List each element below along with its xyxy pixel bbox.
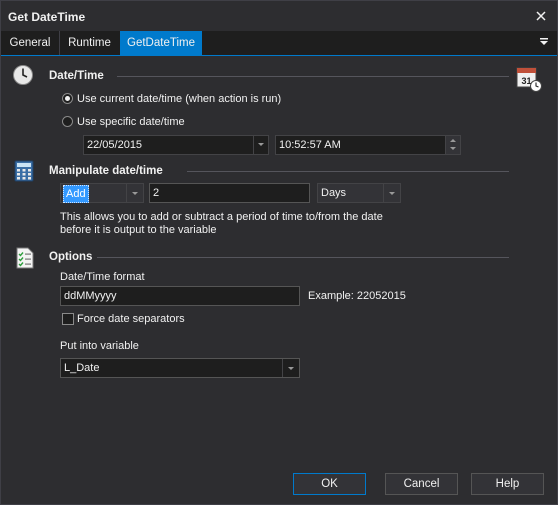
use-specific-radio[interactable] [62, 116, 73, 127]
time-value: 10:52:57 AM [279, 139, 341, 151]
section-divider [117, 76, 509, 77]
close-button[interactable] [531, 6, 551, 26]
svg-text:31: 31 [521, 76, 531, 86]
dropdown-arrow-icon [282, 359, 299, 377]
format-example: Example: 22052015 [308, 290, 406, 302]
force-separators-label: Force date separators [77, 313, 185, 325]
date-value: 22/05/2015 [87, 139, 143, 151]
cancel-button[interactable]: Cancel [385, 473, 458, 495]
window-title: Get DateTime [8, 10, 86, 24]
format-input[interactable]: ddMMyyyy [60, 286, 300, 306]
tab-runtime[interactable]: Runtime [60, 31, 119, 55]
tab-general[interactable]: General [1, 31, 59, 55]
calendar-clock-icon: 31 [516, 66, 542, 92]
format-label: Date/Time format [60, 271, 145, 283]
unit-select[interactable]: Days [317, 183, 401, 203]
manipulate-help-line1: This allows you to add or subtract a per… [60, 211, 383, 223]
datetime-section-title: Date/Time [49, 70, 104, 82]
spinner-down-icon [450, 147, 456, 150]
manipulate-help-line2: before it is output to the variable [60, 224, 217, 236]
variable-label: Put into variable [60, 340, 139, 352]
dropdown-arrow-icon [383, 184, 400, 202]
spinner-up-icon [450, 139, 456, 142]
clock-icon [12, 64, 34, 86]
use-current-label: Use current date/time (when action is ru… [77, 93, 282, 105]
tab-menu-icon [540, 38, 548, 45]
operation-value: Add [63, 185, 89, 203]
options-section-title: Options [49, 251, 93, 263]
title-bar: Get DateTime [1, 1, 557, 31]
tab-menu-button[interactable] [538, 35, 552, 51]
section-divider [97, 257, 509, 258]
checklist-icon [15, 247, 37, 269]
amount-input[interactable]: 2 [149, 183, 310, 203]
dropdown-arrow-icon [126, 184, 143, 202]
dialog-window: Get DateTime General Runtime GetDateTime… [0, 0, 558, 505]
use-current-radio[interactable] [62, 93, 73, 104]
tab-strip: General Runtime GetDateTime [1, 31, 557, 56]
dropdown-arrow-icon [253, 136, 268, 153]
ok-button[interactable]: OK [293, 473, 366, 495]
operation-select[interactable]: Add [60, 183, 144, 203]
unit-value: Days [321, 187, 347, 199]
variable-value: L_Date [64, 362, 100, 374]
calculator-icon [14, 160, 36, 182]
use-specific-label: Use specific date/time [77, 116, 185, 128]
help-button[interactable]: Help [471, 473, 544, 495]
time-spinner[interactable] [445, 136, 460, 154]
close-icon [536, 11, 546, 21]
manipulate-section-title: Manipulate date/time [49, 165, 163, 177]
variable-select[interactable]: L_Date [60, 358, 300, 378]
force-separators-checkbox[interactable] [62, 313, 74, 325]
time-picker[interactable]: 10:52:57 AM [275, 135, 461, 155]
tab-getdatetime[interactable]: GetDateTime [120, 31, 202, 55]
date-dropdown-button[interactable] [253, 136, 268, 154]
section-divider [187, 171, 509, 172]
date-picker[interactable]: 22/05/2015 [83, 135, 269, 155]
